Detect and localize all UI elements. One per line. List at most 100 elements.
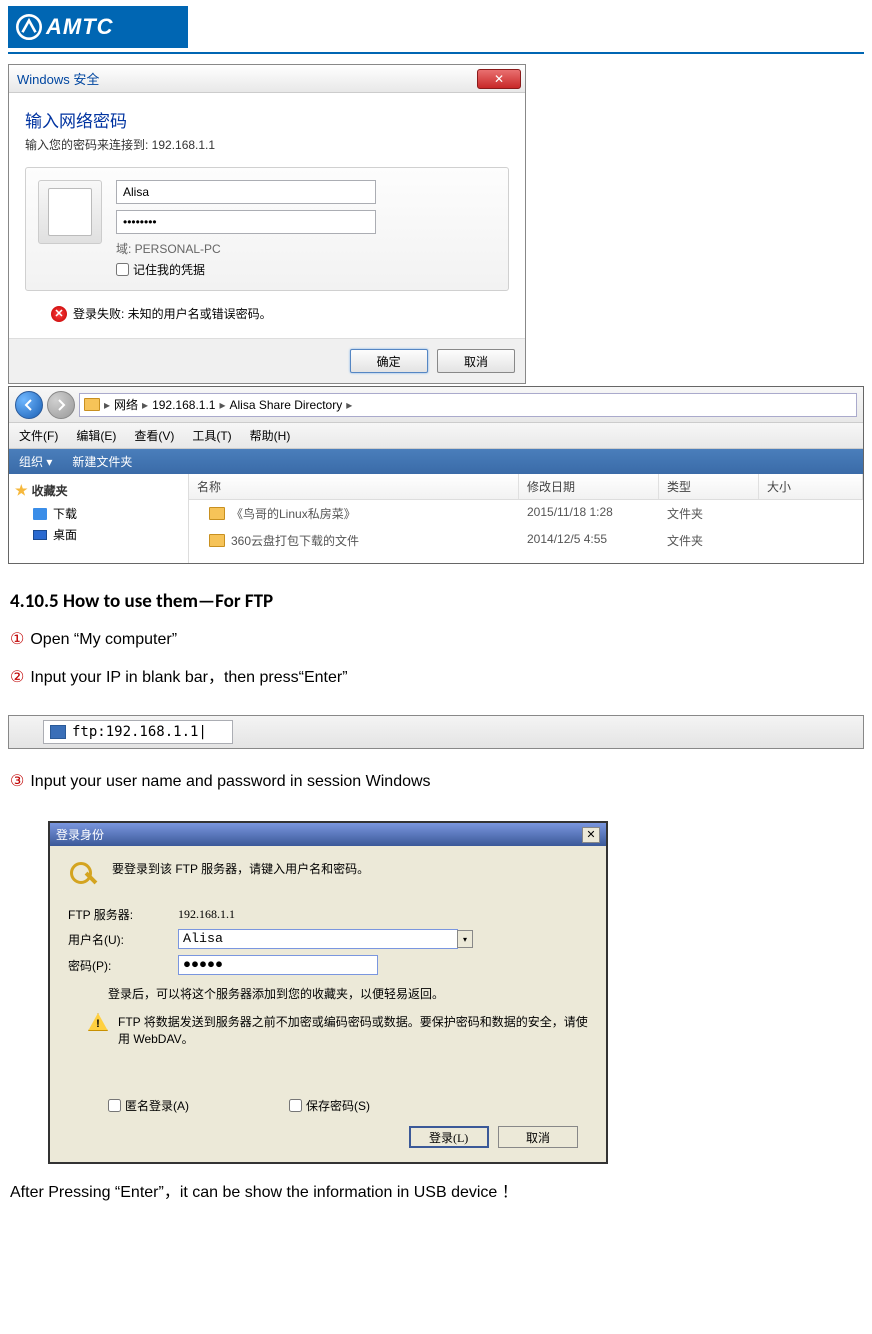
ftp-server-value: 192.168.1.1 <box>178 907 235 922</box>
star-icon: ★ <box>15 482 28 499</box>
crumb-1[interactable]: 192.168.1.1 <box>152 398 215 412</box>
username-input[interactable] <box>116 180 376 204</box>
sidebar-downloads[interactable]: 下载 <box>15 503 182 524</box>
breadcrumb-sep: ▸ <box>346 398 352 412</box>
logo-glyph-icon <box>16 14 42 40</box>
step-2: ②Input your IP in blank bar，then press“E… <box>10 663 862 687</box>
address-bar[interactable]: ▸ 网络 ▸ 192.168.1.1 ▸ Alisa Share Directo… <box>79 393 857 417</box>
ftp-body: 要登录到该 FTP 服务器，请键入用户名和密码。 FTP 服务器: 192.16… <box>50 846 606 1162</box>
row1-date: 2014/12/5 4:55 <box>519 530 659 551</box>
crumb-0[interactable]: 网络 <box>114 396 138 413</box>
ftp-user-input[interactable] <box>178 929 458 949</box>
menu-edit[interactable]: 编辑(E) <box>76 427 116 444</box>
dialog-subtext: 输入您的密码来连接到: 192.168.1.1 <box>25 136 509 153</box>
ftp-pass-input[interactable] <box>178 955 378 975</box>
menu-view[interactable]: 查看(V) <box>134 427 174 444</box>
toolbar-organize[interactable]: 组织 ▾ <box>19 453 52 470</box>
ftp-user-row: 用户名(U): ▾ <box>68 929 588 949</box>
ok-button[interactable]: 确定 <box>350 349 428 373</box>
folder-icon <box>209 534 225 547</box>
cancel-button[interactable]: 取消 <box>498 1126 578 1148</box>
anon-checkbox-row[interactable]: 匿名登录(A) <box>108 1097 189 1114</box>
dialog-body: 输入网络密码 输入您的密码来连接到: 192.168.1.1 域: PERSON… <box>9 93 525 338</box>
dialog-titlebar[interactable]: Windows 安全 ✕ <box>9 65 525 93</box>
error-row: ✕ 登录失败: 未知的用户名或错误密码。 <box>51 305 509 322</box>
ftp-server-label: FTP 服务器: <box>68 906 178 923</box>
logo-text: AMTC <box>46 14 114 40</box>
breadcrumb-sep: ▸ <box>142 398 148 412</box>
ftp-checkbox-row: 匿名登录(A) 保存密码(S) <box>108 1097 588 1114</box>
ftp-address-text: ftp:192.168.1.1| <box>72 724 207 740</box>
menu-tools[interactable]: 工具(T) <box>192 427 231 444</box>
credential-box: 域: PERSONAL-PC 记住我的凭据 <box>25 167 509 291</box>
ftp-server-row: FTP 服务器: 192.168.1.1 <box>68 906 588 923</box>
password-input[interactable] <box>116 210 376 234</box>
remember-label: 记住我的凭据 <box>133 261 205 278</box>
savepass-checkbox-row[interactable]: 保存密码(S) <box>289 1097 370 1114</box>
col-size[interactable]: 大小 <box>759 474 863 499</box>
explorer-navbar: ▸ 网络 ▸ 192.168.1.1 ▸ Alisa Share Directo… <box>9 387 863 423</box>
warning-icon: ! <box>88 1013 108 1031</box>
menu-file[interactable]: 文件(F) <box>19 427 58 444</box>
addressbar-panel: ftp:192.168.1.1| <box>8 715 864 749</box>
back-button[interactable] <box>15 391 43 419</box>
dialog-heading: 输入网络密码 <box>25 107 509 132</box>
step2-text: Input your IP in blank bar，then press“En… <box>30 669 347 686</box>
row1-name: 360云盘打包下载的文件 <box>231 532 359 549</box>
explorer-list: 名称 修改日期 类型 大小 《鸟哥的Linux私房菜》 2015/11/18 1… <box>189 474 863 563</box>
close-button[interactable]: ✕ <box>477 69 521 89</box>
document-section: 4.10.5 How to use them—For FTP ①Open “My… <box>0 564 872 711</box>
step-3: ③Input your user name and password in se… <box>10 771 862 791</box>
error-icon: ✕ <box>51 306 67 322</box>
forward-button[interactable] <box>47 391 75 419</box>
avatar-icon <box>38 180 102 244</box>
windows-security-dialog: Windows 安全 ✕ 输入网络密码 输入您的密码来连接到: 192.168.… <box>8 64 526 384</box>
error-text: 登录失败: 未知的用户名或错误密码。 <box>73 305 272 322</box>
explorer-body: ★ 收藏夹 下载 桌面 名称 修改日期 类型 大小 <box>9 474 863 563</box>
step1-text: Open “My computer” <box>30 631 177 648</box>
breadcrumb-sep: ▸ <box>104 398 110 412</box>
list-row[interactable]: 《鸟哥的Linux私房菜》 2015/11/18 1:28 文件夹 <box>189 500 863 527</box>
folder-icon <box>209 507 225 520</box>
crumb-2[interactable]: Alisa Share Directory <box>230 398 343 412</box>
ftp-warning-text: FTP 将数据发送到服务器之前不加密或编码密码或数据。要保护密码和数据的安全，请… <box>118 1013 588 1047</box>
sidebar-desktop[interactable]: 桌面 <box>15 524 182 545</box>
favorites-group: ★ 收藏夹 下载 桌面 <box>15 482 182 545</box>
close-button[interactable]: ✕ <box>582 827 600 843</box>
folder-icon <box>84 398 100 411</box>
desktop-icon <box>33 530 47 540</box>
circled-1: ① <box>10 631 24 648</box>
savepass-label: 保存密码(S) <box>306 1097 370 1114</box>
toolbar-newfolder[interactable]: 新建文件夹 <box>72 453 132 470</box>
favorites-label: 收藏夹 <box>32 482 68 499</box>
step-1: ① Open “My computer” <box>10 629 862 649</box>
col-type[interactable]: 类型 <box>659 474 759 499</box>
download-icon <box>33 508 47 520</box>
computer-icon <box>50 725 66 739</box>
favorites-title[interactable]: ★ 收藏夹 <box>15 482 182 499</box>
header-rule <box>8 52 864 54</box>
ftp-titlebar[interactable]: 登录身份 ✕ <box>50 823 606 846</box>
list-row[interactable]: 360云盘打包下载的文件 2014/12/5 4:55 文件夹 <box>189 527 863 554</box>
row0-name: 《鸟哥的Linux私房菜》 <box>231 505 356 522</box>
login-button[interactable]: 登录(L) <box>409 1126 489 1148</box>
dropdown-icon[interactable]: ▾ <box>457 930 473 948</box>
ftp-title-text: 登录身份 <box>56 826 104 843</box>
final-line: After Pressing “Enter”，it can be show th… <box>10 1178 862 1202</box>
savepass-checkbox[interactable] <box>289 1099 302 1112</box>
ftp-pass-label: 密码(P): <box>68 957 178 974</box>
ftp-warning-row: ! FTP 将数据发送到服务器之前不加密或编码密码或数据。要保护密码和数据的安全… <box>88 1013 588 1047</box>
col-name[interactable]: 名称 <box>189 474 519 499</box>
row0-size <box>759 503 863 524</box>
anon-checkbox[interactable] <box>108 1099 121 1112</box>
menu-help[interactable]: 帮助(H) <box>250 427 291 444</box>
cancel-button[interactable]: 取消 <box>437 349 515 373</box>
ftp-intro-row: 要登录到该 FTP 服务器，请键入用户名和密码。 <box>68 860 588 892</box>
explorer-window: ▸ 网络 ▸ 192.168.1.1 ▸ Alisa Share Directo… <box>8 386 864 564</box>
col-date[interactable]: 修改日期 <box>519 474 659 499</box>
ftp-address-input[interactable]: ftp:192.168.1.1| <box>43 720 233 744</box>
remember-checkbox[interactable] <box>116 263 129 276</box>
ftp-note: 登录后，可以将这个服务器添加到您的收藏夹，以便轻易返回。 <box>108 985 588 1003</box>
remember-checkbox-row[interactable]: 记住我的凭据 <box>116 261 496 278</box>
domain-label: 域: PERSONAL-PC <box>116 240 496 257</box>
